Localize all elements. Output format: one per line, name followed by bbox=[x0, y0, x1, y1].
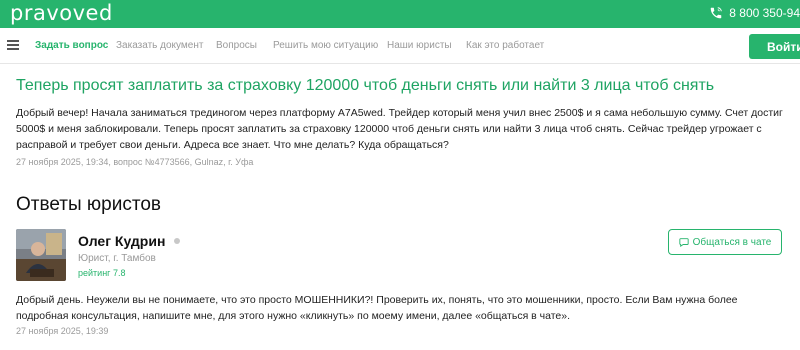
lawyer-rating: рейтинг 7.8 bbox=[78, 268, 126, 278]
lawyer-avatar[interactable] bbox=[16, 229, 66, 281]
nav-our-lawyers[interactable]: Наши юристы bbox=[387, 40, 452, 51]
login-button[interactable]: Войти bbox=[749, 34, 800, 59]
question-text: Добрый вечер! Начала заниматься трединог… bbox=[16, 107, 783, 151]
nav-solve-situation[interactable]: Решить мою ситуацию bbox=[273, 40, 378, 51]
lawyer-role: Юрист, г. Тамбов bbox=[78, 253, 156, 264]
phone-number: 8 800 350-94 bbox=[729, 6, 800, 20]
phone-link[interactable]: 8 800 350-94 bbox=[709, 6, 800, 20]
nav-questions[interactable]: Вопросы bbox=[216, 40, 257, 51]
answer-text: Добрый день. Неужели вы не понимаете, чт… bbox=[16, 294, 738, 322]
nav-how-it-works[interactable]: Как это работает bbox=[466, 40, 544, 51]
chat-icon bbox=[679, 238, 689, 247]
nav-ask-question[interactable]: Задать вопрос bbox=[35, 40, 108, 51]
nav-order-document[interactable]: Заказать документ bbox=[116, 40, 203, 51]
chat-button-label: Общаться в чате bbox=[692, 236, 772, 248]
top-bar: pravoved 8 800 350-94 bbox=[0, 0, 800, 28]
menu-icon[interactable] bbox=[7, 40, 19, 50]
phone-icon bbox=[711, 7, 722, 19]
logo[interactable]: pravoved bbox=[10, 1, 113, 25]
question-meta: 27 ноября 2025, 19:34, вопрос №4773566, … bbox=[16, 157, 254, 167]
lawyer-name[interactable]: Олег Кудрин bbox=[78, 233, 165, 249]
question-title: Теперь просят заплатить за страховку 120… bbox=[16, 77, 715, 94]
online-status-icon bbox=[174, 238, 180, 244]
answers-heading: Ответы юристов bbox=[16, 194, 162, 215]
answer-meta: 27 ноября 2025, 19:39 bbox=[16, 326, 109, 336]
chat-button[interactable]: Общаться в чате bbox=[668, 229, 782, 255]
main-nav: Задать вопрос Заказать документ Вопросы … bbox=[0, 28, 800, 64]
